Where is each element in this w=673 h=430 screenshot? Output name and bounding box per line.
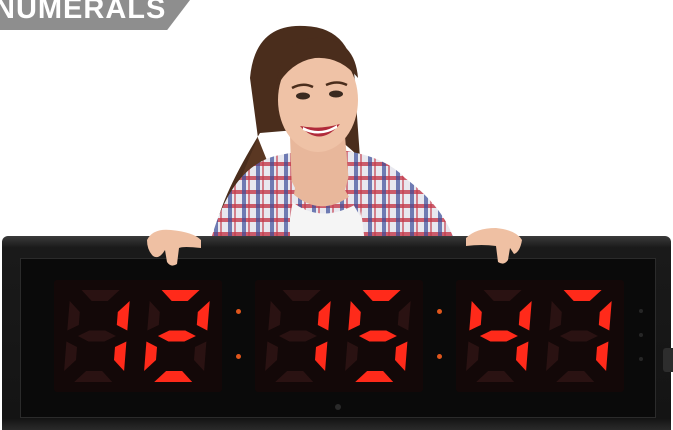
segment-a-lit: [563, 290, 602, 301]
segment-b-lit: [317, 301, 331, 331]
segment-b-lit: [598, 301, 612, 331]
segment-g-unlit: [77, 330, 116, 342]
segment-e-unlit: [466, 341, 479, 371]
segment-d-lit: [154, 371, 193, 382]
segment-d-unlit: [74, 371, 113, 382]
segment-c-lit: [114, 341, 127, 371]
segment-f-unlit: [147, 301, 160, 331]
segment-b-lit: [196, 301, 210, 331]
segment-f-lit: [469, 301, 482, 331]
segment-f-unlit: [67, 301, 80, 331]
segment-c-lit: [315, 341, 328, 371]
segment-d-unlit: [556, 371, 595, 382]
side-knob: [663, 348, 673, 372]
indicator-dot-1: [639, 309, 643, 313]
segment-g-unlit: [559, 330, 598, 342]
minutes-digits: [265, 290, 411, 382]
segment-e-lit: [144, 341, 157, 371]
segment-f-lit: [348, 301, 361, 331]
segment-g-lit: [157, 330, 196, 342]
segment-f-unlit: [268, 301, 281, 331]
colon-dot-lower-1: [236, 354, 241, 359]
colon-dot-upper-2: [437, 309, 442, 314]
clock-display: 12 15 47: [20, 258, 656, 418]
ir-sensor: [335, 404, 341, 410]
segment-a-unlit: [483, 290, 522, 301]
colon-dot-upper-1: [236, 309, 241, 314]
segment-g-lit: [479, 330, 518, 342]
segment-c-lit: [596, 341, 609, 371]
segment-d-lit: [355, 371, 394, 382]
segment-e-unlit: [64, 341, 77, 371]
seconds-digits: [466, 290, 612, 382]
segment-g-lit: [358, 330, 397, 342]
hours-pane: 12: [54, 280, 222, 392]
segment-a-unlit: [282, 290, 321, 301]
segment-a-unlit: [81, 290, 120, 301]
minutes-pane: 15: [255, 280, 423, 392]
digital-clock: 12 15 47: [2, 236, 673, 430]
seconds-pane: 47: [456, 280, 624, 392]
segment-e-unlit: [265, 341, 278, 371]
segment-e-unlit: [345, 341, 358, 371]
segment-d-unlit: [476, 371, 515, 382]
segment-g-unlit: [278, 330, 317, 342]
segment-c-lit: [516, 341, 529, 371]
right-hand: [466, 228, 522, 264]
hours-digits: [64, 290, 210, 382]
segment-a-lit: [161, 290, 200, 301]
segment-b-lit: [116, 301, 130, 331]
segment-f-unlit: [549, 301, 562, 331]
segment-b-lit: [518, 301, 532, 331]
woman-photo: [210, 25, 455, 243]
indicator-dot-3: [639, 357, 643, 361]
segment-c-lit: [395, 341, 408, 371]
segment-b-unlit: [397, 301, 411, 331]
segment-e-unlit: [546, 341, 559, 371]
colon-dot-lower-2: [437, 354, 442, 359]
indicator-dot-2: [639, 333, 643, 337]
segment-c-unlit: [194, 341, 207, 371]
segment-a-lit: [362, 290, 401, 301]
left-hand: [147, 229, 201, 266]
segment-d-unlit: [275, 371, 314, 382]
